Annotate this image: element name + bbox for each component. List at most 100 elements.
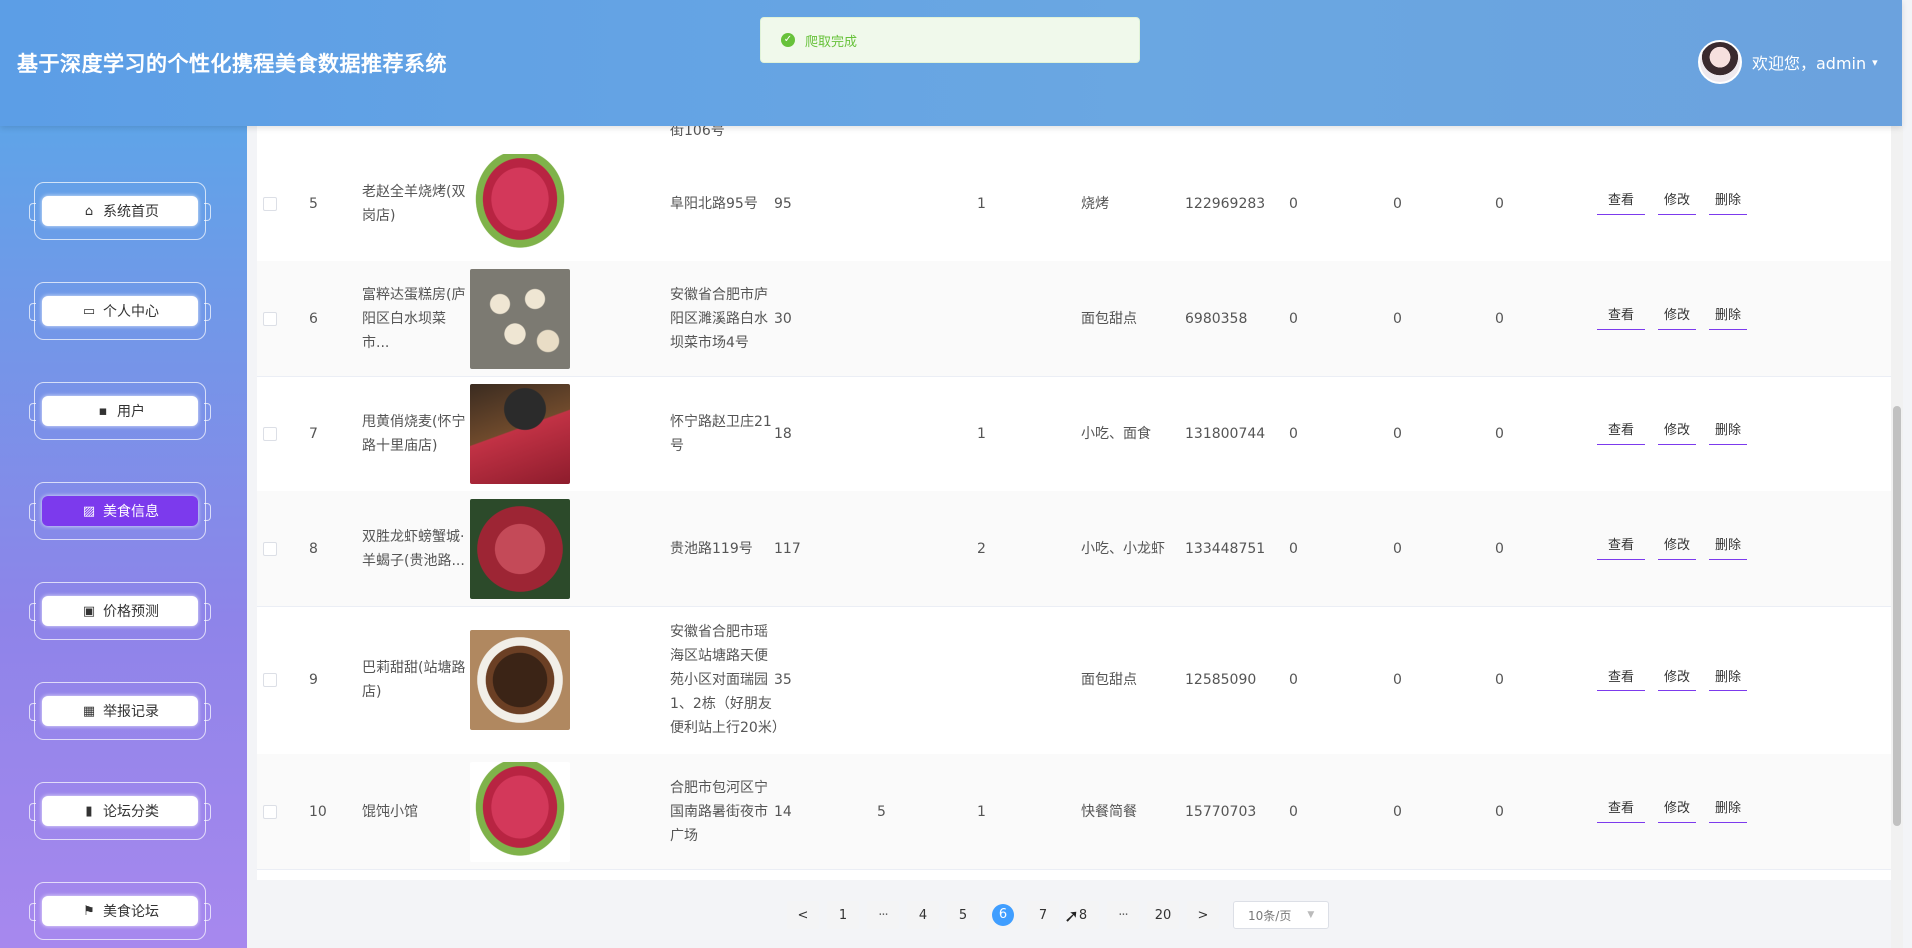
sidebar-item-label: 价格预测 [103, 604, 159, 620]
avatar[interactable] [1698, 40, 1742, 84]
page-20[interactable]: 20 [1147, 901, 1179, 929]
sidebar-item-reports[interactable]: ▦ 举报记录 [29, 682, 211, 740]
table-row: 5 老赵全羊烧烤(双岗店) 阜阳北路95号 95 1 烧烤 122969283 … [257, 146, 1891, 262]
nav-button[interactable]: ▨ 美食信息 [42, 496, 198, 526]
delete-button[interactable]: 删除 [1709, 538, 1747, 560]
row-index: 9 [309, 672, 318, 688]
chart-icon: ▨ [82, 503, 96, 519]
nav-button[interactable]: ⚑ 美食论坛 [42, 896, 198, 926]
edit-button[interactable]: 修改 [1658, 801, 1696, 823]
view-button[interactable]: 查看 [1597, 193, 1645, 215]
phone: 6980358 [1185, 310, 1248, 327]
row-checkbox[interactable] [263, 804, 277, 819]
food-image-cell [470, 606, 570, 754]
user-menu[interactable]: 欢迎您，admin ▾ [1698, 40, 1878, 84]
welcome-text[interactable]: 欢迎您，admin [1752, 50, 1866, 74]
category: 面包甜点 [1081, 672, 1137, 688]
delete-button[interactable]: 删除 [1709, 193, 1747, 215]
edit-button[interactable]: 修改 [1658, 308, 1696, 330]
price: 30 [774, 310, 792, 327]
page-4[interactable]: 4 [907, 901, 939, 929]
nav-button[interactable]: ▭ 个人中心 [42, 296, 198, 326]
row-index: 7 [309, 425, 318, 442]
sidebar-item-users[interactable]: ▪ 用户 [29, 382, 211, 440]
check-circle-icon: ✓ [781, 33, 795, 47]
price: 18 [774, 425, 792, 442]
nav-button[interactable]: ⌂ 系统首页 [42, 196, 198, 226]
sidebar-item-forum-category[interactable]: ▮ 论坛分类 [29, 782, 211, 840]
edit-button[interactable]: 修改 [1658, 423, 1696, 445]
food-table: 街106号 5 老赵全羊烧烤(双岗店) 阜阳北路95号 95 1 烧烤 1229… [257, 126, 1891, 880]
sidebar-item-label: 系统首页 [103, 204, 159, 220]
sidebar-item-label: 美食论坛 [103, 904, 159, 920]
sidebar-item-food-forum[interactable]: ⚑ 美食论坛 [29, 882, 211, 940]
col7-value: 5 [877, 803, 886, 820]
category: 面包甜点 [1081, 310, 1137, 327]
page-size-select[interactable]: 10条/页 ▼ [1233, 901, 1329, 929]
chevron-down-icon: ▼ [1307, 910, 1315, 920]
category: 小吃、小龙虾 [1081, 540, 1165, 557]
row-checkbox[interactable] [263, 311, 277, 326]
phone: 15770703 [1185, 803, 1257, 820]
wings-image [470, 630, 570, 730]
shop-address: 合肥市包河区宁国南路暑街夜市广场 [670, 779, 768, 844]
edit-button[interactable]: 修改 [1658, 669, 1696, 691]
food-image-cell [470, 754, 570, 869]
vertical-scrollbar[interactable] [1891, 126, 1903, 948]
row-checkbox[interactable] [263, 673, 277, 687]
row-index: 6 [309, 310, 318, 327]
row-checkbox-cell [263, 261, 277, 376]
ellipsis-prev[interactable]: ··· [867, 901, 899, 929]
count-1: 0 [1289, 425, 1298, 442]
nav-button[interactable]: ▦ 举报记录 [42, 696, 198, 726]
edit-button[interactable]: 修改 [1658, 193, 1696, 215]
view-button[interactable]: 查看 [1597, 308, 1645, 330]
ellipsis-next[interactable]: ··· [1107, 901, 1139, 929]
col8-value: 1 [977, 195, 986, 212]
count-1: 0 [1289, 195, 1298, 212]
row-checkbox[interactable] [263, 426, 277, 441]
shop-address: 安徽省合肥市庐阳区濉溪路白水坝菜市场4号 [670, 286, 768, 351]
phone: 133448751 [1185, 540, 1266, 557]
scroll-thumb[interactable] [1893, 406, 1901, 826]
sidebar-item-profile[interactable]: ▭ 个人中心 [29, 282, 211, 340]
row-checkbox-cell [263, 491, 277, 606]
view-button[interactable]: 查看 [1597, 801, 1645, 823]
sidebar-item-food-info[interactable]: ▨ 美食信息 [29, 482, 211, 540]
row-index: 5 [309, 195, 318, 212]
page-6-current[interactable]: 6 [987, 901, 1019, 929]
delete-button[interactable]: 删除 [1709, 308, 1747, 330]
count-2: 0 [1393, 540, 1402, 557]
view-button[interactable]: 查看 [1597, 423, 1645, 445]
delete-button[interactable]: 删除 [1709, 669, 1747, 691]
sidebar-item-home[interactable]: ⌂ 系统首页 [29, 182, 211, 240]
prev-page-button[interactable]: < [787, 901, 819, 929]
page-7[interactable]: 7 [1027, 901, 1059, 929]
page-size-value: 10条/页 [1248, 908, 1292, 923]
nav-button[interactable]: ▪ 用户 [42, 396, 198, 426]
shop-address: 阜阳北路95号 [670, 195, 758, 212]
nav-button[interactable]: ▮ 论坛分类 [42, 796, 198, 826]
count-3: 0 [1495, 195, 1504, 212]
sidebar-item-price-prediction[interactable]: ▣ 价格预测 [29, 582, 211, 640]
sidebar-item-label: 用户 [117, 404, 145, 420]
nav-button[interactable]: ▣ 价格预测 [42, 596, 198, 626]
count-3: 0 [1495, 672, 1504, 688]
price: 14 [774, 803, 792, 820]
page-1[interactable]: 1 [827, 901, 859, 929]
delete-button[interactable]: 删除 [1709, 423, 1747, 445]
view-button[interactable]: 查看 [1597, 669, 1645, 691]
shop-name: 富粹达蛋糕房(庐阳区白水坝菜市... [362, 286, 466, 351]
sidebar-item-label: 个人中心 [103, 304, 159, 320]
grid-icon: ▦ [82, 703, 96, 719]
view-button[interactable]: 查看 [1597, 538, 1645, 560]
delete-button[interactable]: 删除 [1709, 801, 1747, 823]
next-page-button[interactable]: > [1187, 901, 1219, 929]
count-3: 0 [1495, 310, 1504, 327]
row-checkbox-cell [263, 146, 277, 261]
row-checkbox[interactable] [263, 541, 277, 556]
edit-button[interactable]: 修改 [1658, 538, 1696, 560]
row-checkbox[interactable] [263, 196, 277, 211]
page-5[interactable]: 5 [947, 901, 979, 929]
chevron-down-icon[interactable]: ▾ [1872, 56, 1878, 69]
